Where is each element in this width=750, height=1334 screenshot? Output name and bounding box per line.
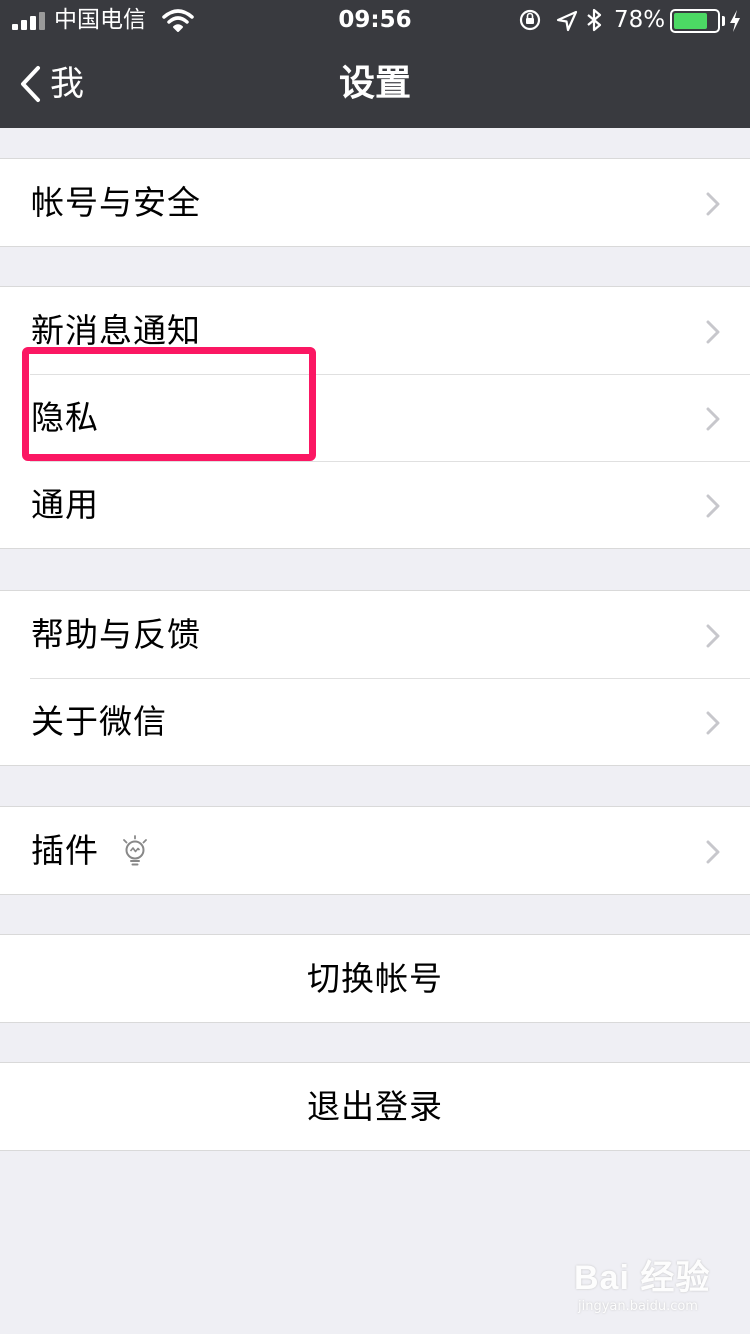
settings-item-notifications[interactable]: 新消息通知	[0, 287, 750, 374]
chevron-right-icon	[706, 711, 720, 735]
settings-item-privacy[interactable]: 隐私	[0, 374, 750, 461]
settings-item-plugins[interactable]: 插件	[0, 807, 750, 894]
page-title: 设置	[338, 63, 411, 104]
logout-button[interactable]: 退出登录	[0, 1063, 750, 1150]
settings-item-general[interactable]: 通用	[0, 461, 750, 548]
settings-item-about[interactable]: 关于微信	[0, 678, 750, 765]
chevron-right-icon	[706, 494, 720, 518]
battery-fill	[674, 13, 707, 29]
bluetooth-icon	[587, 8, 602, 32]
settings-item-label: 帮助与反馈	[31, 615, 201, 654]
chevron-right-icon	[706, 320, 720, 344]
settings-group-general: 新消息通知 隐私 通用	[0, 286, 750, 549]
battery-icon	[670, 9, 720, 33]
status-bar: 中国电信 09:56 78%	[0, 0, 750, 40]
location-icon	[556, 10, 578, 32]
watermark-logo: Bai 经验	[574, 1259, 711, 1297]
settings-item-help-feedback[interactable]: 帮助与反馈	[0, 591, 750, 678]
settings-item-label: 插件	[31, 831, 99, 870]
settings-item-label: 隐私	[31, 398, 99, 437]
orientation-lock-icon	[519, 9, 541, 31]
lightbulb-icon	[123, 835, 147, 866]
logout-label: 退出登录	[307, 1087, 443, 1126]
switch-account-group: 切换帐号	[0, 934, 750, 1023]
status-icons	[519, 8, 602, 32]
watermark: Bai 经验 jingyan.baidu.com	[574, 1250, 724, 1320]
settings-item-label: 关于微信	[31, 702, 167, 741]
settings-group-account: 帐号与安全	[0, 158, 750, 247]
settings-item-label: 帐号与安全	[31, 183, 201, 222]
switch-account-button[interactable]: 切换帐号	[0, 935, 750, 1022]
chevron-right-icon	[706, 840, 720, 864]
chevron-right-icon	[706, 407, 720, 431]
chevron-right-icon	[706, 192, 720, 216]
battery-cap	[722, 16, 725, 26]
settings-item-account-security[interactable]: 帐号与安全	[0, 159, 750, 246]
top-bar: 中国电信 09:56 78% 我 设置	[0, 0, 750, 128]
watermark-url: jingyan.baidu.com	[578, 1299, 698, 1314]
settings-group-plugins: 插件	[0, 806, 750, 895]
logout-group: 退出登录	[0, 1062, 750, 1151]
chevron-right-icon	[706, 624, 720, 648]
settings-item-label: 通用	[31, 485, 99, 524]
charging-icon	[730, 10, 740, 32]
battery-percent: 78%	[614, 7, 666, 33]
settings-group-help: 帮助与反馈 关于微信	[0, 590, 750, 766]
settings-item-label: 新消息通知	[31, 311, 201, 350]
switch-account-label: 切换帐号	[307, 959, 443, 998]
